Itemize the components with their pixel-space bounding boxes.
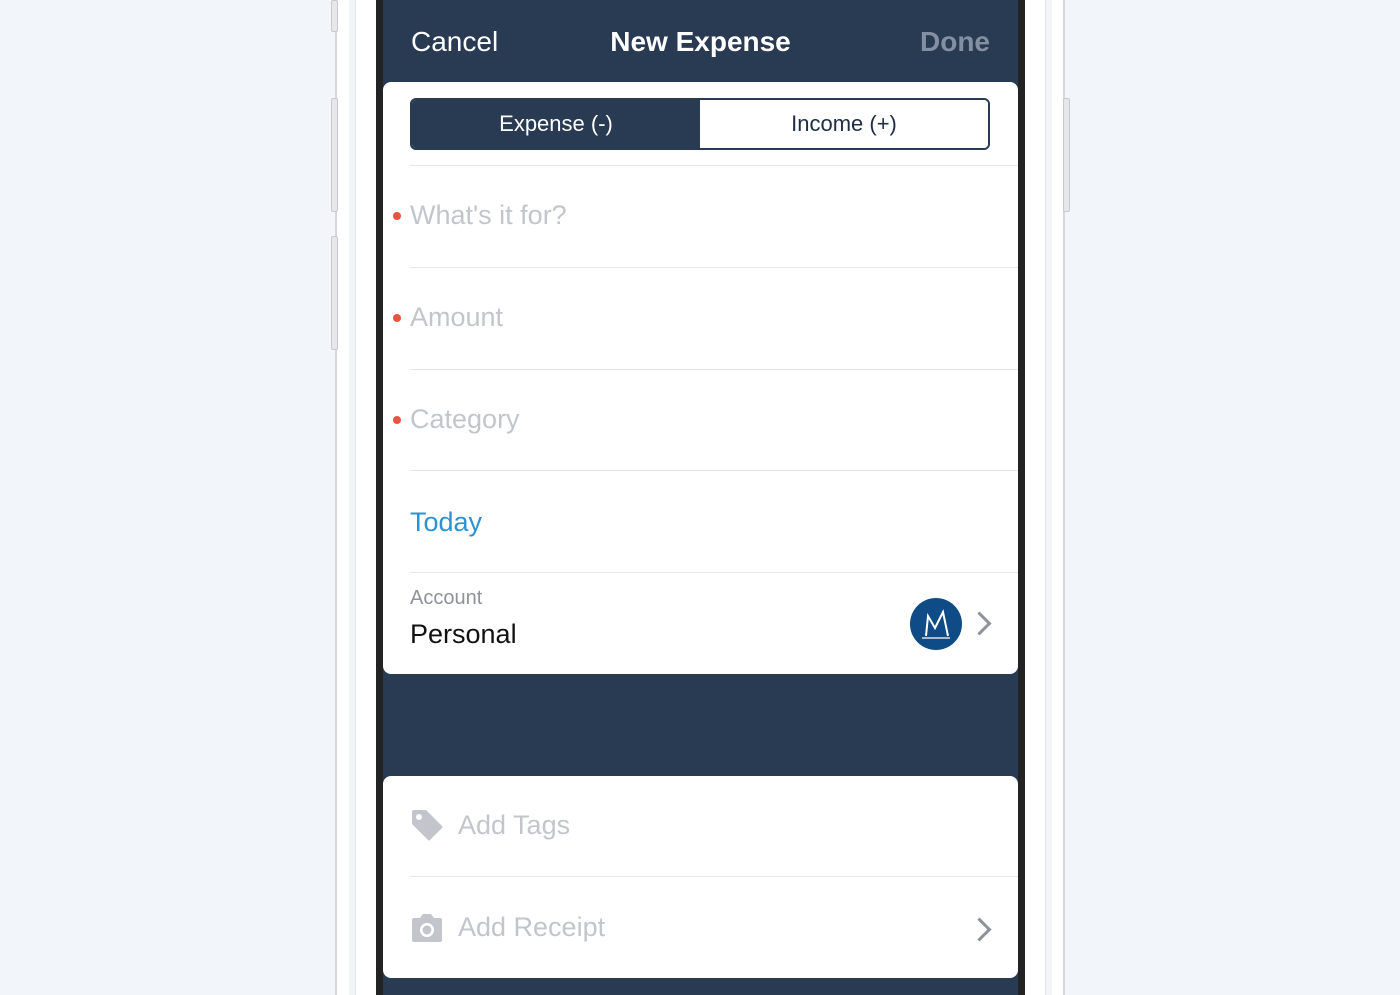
volume-down-button — [331, 236, 338, 350]
required-indicator — [393, 314, 401, 322]
category-placeholder: Category — [410, 404, 520, 434]
expense-segment[interactable]: Expense (-) — [412, 100, 700, 148]
required-indicator — [393, 416, 401, 424]
app-screen: Cancel New Expense Done Expense (-) Inco… — [376, 0, 1025, 995]
chevron-right-icon — [967, 917, 992, 942]
add-tags-row[interactable]: Add Tags — [383, 776, 1018, 876]
category-field[interactable]: Category — [383, 370, 1018, 470]
add-receipt-row[interactable]: Add Receipt — [383, 877, 1018, 978]
date-field[interactable]: Today — [383, 471, 1018, 571]
account-value: Personal — [410, 619, 517, 649]
description-placeholder: What's it for? — [410, 200, 567, 230]
phone-edge-left — [349, 0, 356, 995]
date-value: Today — [410, 507, 483, 537]
add-tags-label: Add Tags — [458, 810, 571, 840]
tag-icon — [410, 808, 444, 847]
camera-icon — [410, 913, 444, 948]
transaction-type-toggle: Expense (-) Income (+) — [410, 98, 990, 150]
income-segment[interactable]: Income (+) — [700, 100, 988, 148]
amount-field[interactable]: Amount — [383, 268, 1018, 368]
extras-card: Add Tags Add Receipt — [383, 776, 1018, 978]
add-receipt-label: Add Receipt — [458, 912, 606, 942]
volume-up-button — [331, 98, 338, 212]
screen-bezel-left — [376, 0, 383, 995]
done-button[interactable]: Done — [920, 26, 990, 58]
power-button — [1063, 98, 1070, 212]
account-label: Account — [410, 587, 483, 609]
amount-placeholder: Amount — [410, 302, 504, 332]
navigation-bar: Cancel New Expense Done — [376, 0, 1025, 82]
account-avatar-icon — [910, 598, 962, 650]
required-indicator — [393, 212, 401, 220]
phone-edge-right — [1045, 0, 1052, 995]
expense-form-card: Expense (-) Income (+) What's it for? Am… — [383, 82, 1018, 674]
description-field[interactable]: What's it for? — [383, 166, 1018, 266]
screen-bezel-right — [1018, 0, 1025, 995]
mute-switch — [331, 0, 338, 32]
